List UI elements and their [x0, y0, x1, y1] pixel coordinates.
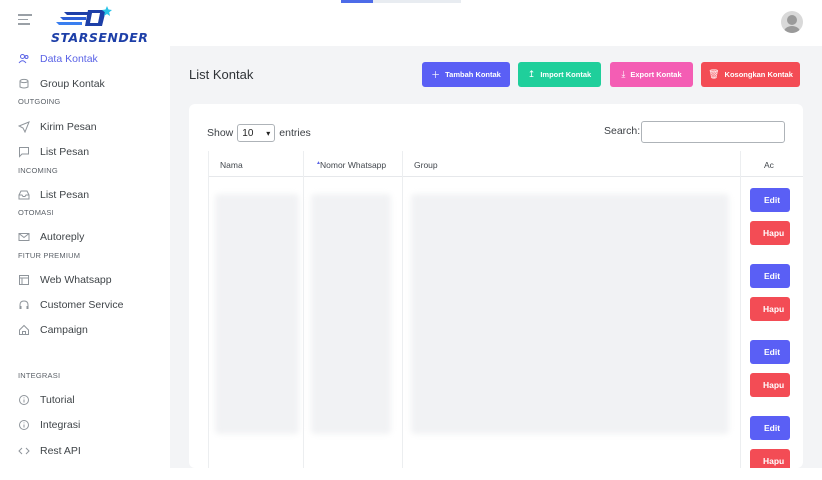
kosongkan-kontak-button[interactable]: 🗑 Kosongkan Kontak [701, 62, 800, 87]
sidebar-item-campaign[interactable]: Campaign [18, 322, 88, 338]
search-input[interactable] [641, 121, 785, 143]
sidebar-item-label: Data Kontak [40, 53, 98, 65]
import-kontak-button[interactable]: ↥ Import Kontak [518, 62, 601, 87]
button-label: Kosongkan Kontak [724, 70, 793, 79]
show-label: Show [207, 127, 234, 139]
info-icon [18, 419, 30, 431]
entries-value: 10 [242, 127, 254, 139]
section-incoming: INCOMING [18, 166, 58, 175]
sidebar-item-label: List Pesan [40, 146, 90, 158]
sidebar-item-label: Campaign [40, 324, 88, 336]
search-label: Search: [604, 125, 641, 137]
section-integrasi: INTEGRASI [18, 371, 61, 380]
table-header: Nama ▲ Nomor Whatsapp Group Ac [208, 151, 803, 177]
mail-icon [18, 231, 30, 243]
send-icon [18, 121, 30, 133]
logo-text: STARSENDER [51, 30, 149, 45]
sidebar-item-autoreply[interactable]: Autoreply [18, 229, 84, 245]
info-icon [18, 394, 30, 406]
column-header-group[interactable]: Group [414, 160, 438, 170]
sidebar-item-list-pesan-incoming[interactable]: List Pesan [18, 187, 89, 203]
sidebar-item-group-kontak[interactable]: Group Kontak [18, 76, 105, 92]
entries-length-control: Show 10 ▾ entries [207, 124, 311, 142]
hapus-button[interactable]: Hapu [750, 297, 790, 321]
top-progress-indicator [341, 0, 461, 3]
blurred-cell-group [411, 194, 729, 434]
button-label: Import Kontak [540, 70, 592, 79]
sidebar-item-label: List Pesan [40, 189, 90, 201]
user-avatar[interactable] [781, 11, 803, 33]
sidebar-item-integrasi[interactable]: Integrasi [18, 417, 80, 433]
users-icon [18, 53, 30, 65]
entries-select[interactable]: 10 ▾ [237, 124, 276, 142]
column-divider [402, 151, 403, 468]
download-icon: ⤓ [621, 69, 626, 79]
headphones-icon [18, 299, 30, 311]
sidebar-item-list-pesan-outgoing[interactable]: List Pesan [18, 144, 89, 160]
contacts-table-card: Show 10 ▾ entries Search: Nama ▲ Nomor W… [189, 104, 803, 468]
sidebar: Data Kontak Group Kontak OUTGOING Kirim … [0, 46, 170, 480]
edit-button[interactable]: Edit [750, 188, 790, 212]
hapus-button[interactable]: Hapu [750, 449, 790, 468]
home-icon [18, 324, 30, 336]
sidebar-item-label: Web Whatsapp [40, 274, 112, 286]
edit-button[interactable]: Edit [750, 340, 790, 364]
entries-label: entries [279, 127, 311, 139]
column-header-actions[interactable]: Ac [764, 160, 774, 170]
main-content: List Kontak ＋ Tambah Kontak ↥ Import Kon… [170, 46, 822, 468]
trash-icon: 🗑 [708, 69, 720, 79]
chevron-down-icon: ▾ [266, 128, 271, 138]
code-icon [18, 445, 30, 457]
sidebar-item-label: Integrasi [40, 419, 81, 431]
sidebar-item-data-kontak[interactable]: Data Kontak [18, 51, 98, 67]
window-icon [18, 274, 30, 286]
sidebar-item-kirim-pesan[interactable]: Kirim Pesan [18, 119, 97, 135]
section-outgoing: OUTGOING [18, 97, 61, 106]
column-divider [740, 151, 741, 468]
database-icon [18, 78, 30, 90]
sidebar-item-label: Rest API [40, 445, 81, 457]
tambah-kontak-button[interactable]: ＋ Tambah Kontak [422, 62, 510, 87]
section-fitur-premium: FITUR PREMIUM [18, 251, 81, 260]
hapus-button[interactable]: Hapu [750, 221, 790, 245]
plus-icon: ＋ [431, 70, 441, 80]
sidebar-item-tutorial[interactable]: Tutorial [18, 392, 75, 408]
sidebar-item-rest-api[interactable]: Rest API [18, 443, 81, 459]
export-kontak-button[interactable]: ⤓ Export Kontak [610, 62, 693, 87]
button-label: Export Kontak [630, 70, 682, 79]
column-header-nama[interactable]: Nama [220, 160, 243, 170]
edit-button[interactable]: Edit [750, 264, 790, 288]
section-otomasi: OTOMASI [18, 208, 54, 217]
edit-button[interactable]: Edit [750, 416, 790, 440]
message-icon [18, 146, 30, 158]
blurred-cell-nomor [311, 194, 391, 434]
top-bar: STARSENDER [0, 0, 822, 46]
sidebar-item-label: Customer Service [40, 299, 124, 311]
sidebar-item-label: Tutorial [40, 394, 75, 406]
sidebar-item-web-whatsapp[interactable]: Web Whatsapp [18, 272, 112, 288]
page-title: List Kontak [189, 67, 254, 82]
column-divider [303, 151, 304, 468]
upload-icon: ↥ [527, 69, 536, 79]
blurred-cell-nama [215, 194, 299, 434]
column-divider [208, 151, 209, 468]
sidebar-item-label: Kirim Pesan [40, 121, 97, 133]
button-label: Tambah Kontak [445, 70, 501, 79]
column-header-nomor-whatsapp[interactable]: Nomor Whatsapp [320, 160, 386, 170]
inbox-icon [18, 189, 30, 201]
sidebar-item-label: Group Kontak [40, 78, 105, 90]
menu-toggle-icon[interactable] [18, 14, 32, 28]
hapus-button[interactable]: Hapu [750, 373, 790, 397]
sidebar-item-label: Autoreply [40, 231, 85, 243]
sidebar-item-customer-service[interactable]: Customer Service [18, 297, 123, 313]
